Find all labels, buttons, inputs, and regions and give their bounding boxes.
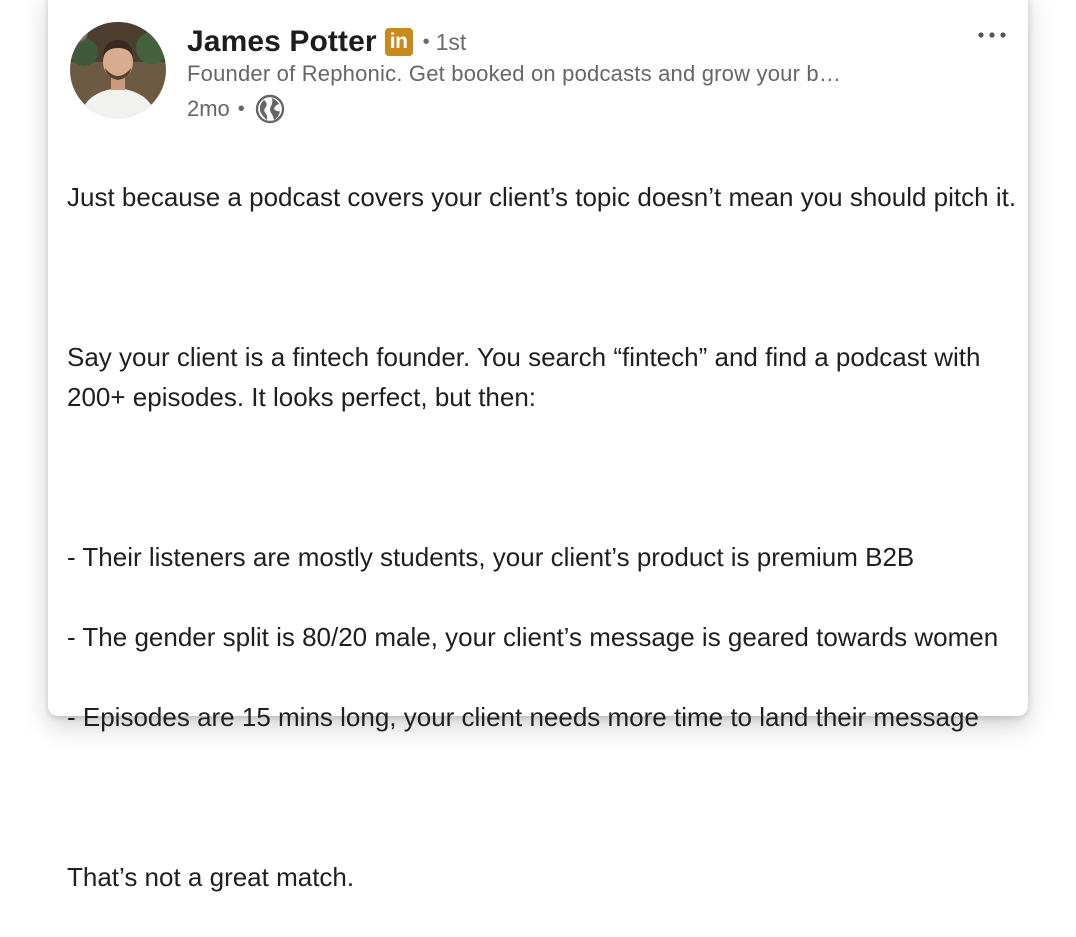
- author-headline[interactable]: Founder of Rephonic. Get booked on podca…: [187, 61, 841, 87]
- post-paragraph: Say your client is a fintech founder. Yo…: [67, 342, 981, 412]
- post-paragraph: [67, 257, 1017, 297]
- post-paragraph: Just because a podcast covers your clien…: [67, 182, 1017, 212]
- post-timestamp[interactable]: 2mo: [187, 96, 230, 122]
- post-paragraph: [67, 457, 1017, 497]
- post-card: James Potter in • 1st Founder of Rephoni…: [48, 0, 1028, 892]
- meta-separator: •: [237, 97, 245, 120]
- more-options-button[interactable]: [972, 20, 1012, 50]
- more-horizontal-icon: [978, 32, 1006, 38]
- post-paragraph: - The gender split is 80/20 male, your c…: [67, 622, 999, 652]
- connection-degree: 1st: [435, 28, 467, 55]
- author-name[interactable]: James Potter: [187, 25, 377, 59]
- post-header: James Potter in • 1st Founder of Rephoni…: [70, 22, 1010, 124]
- connection-separator: •: [422, 30, 430, 53]
- post-paragraph: - Episodes are 15 mins long, your client…: [67, 702, 979, 732]
- post-paragraph: - Their listeners are mostly students, y…: [67, 542, 915, 572]
- linkedin-premium-badge: in: [384, 28, 413, 56]
- post-body: Just because a podcast covers your clien…: [67, 137, 1017, 937]
- post-meta: 2mo •: [187, 93, 285, 125]
- globe-icon: [255, 94, 285, 124]
- avatar[interactable]: [70, 22, 166, 118]
- post-paragraph: [67, 777, 1017, 817]
- author-row: James Potter in • 1st: [187, 22, 466, 62]
- avatar-image: [70, 22, 166, 118]
- post-paragraph: That’s not a great match.: [67, 862, 355, 892]
